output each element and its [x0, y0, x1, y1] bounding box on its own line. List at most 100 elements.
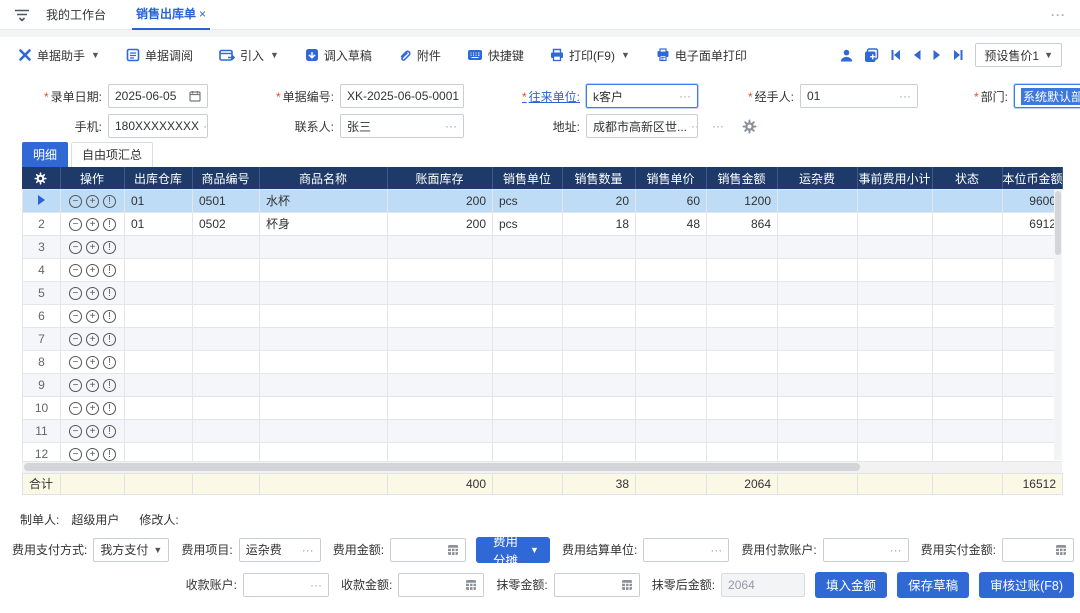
remove-row-icon[interactable]: −	[69, 287, 82, 300]
grid-cell[interactable]	[707, 419, 778, 442]
row-info-icon[interactable]: !	[103, 287, 116, 300]
tab-free-item-summary[interactable]: 自由项汇总	[71, 142, 153, 167]
horizontal-scrollbar-thumb[interactable]	[24, 463, 860, 471]
grid-cell[interactable]	[193, 304, 260, 327]
round-amount-input[interactable]	[554, 573, 640, 597]
row-info-icon[interactable]: !	[103, 241, 116, 254]
grid-cell[interactable]	[260, 235, 388, 258]
first-record-icon[interactable]	[889, 49, 902, 61]
doc-assistant-button[interactable]: 单据助手▼	[18, 47, 100, 64]
handler-input[interactable]: 01 ···	[800, 84, 918, 108]
grid-cell[interactable]	[563, 350, 636, 373]
column-header[interactable]: 账面库存	[387, 168, 492, 189]
add-row-icon[interactable]: +	[86, 379, 99, 392]
grid-cell[interactable]	[125, 327, 193, 350]
grid-cell[interactable]	[193, 419, 260, 442]
grid-cell[interactable]	[260, 327, 388, 350]
add-row-icon[interactable]: +	[86, 402, 99, 415]
row-number-cell[interactable]: 11	[23, 419, 61, 442]
audit-post-button[interactable]: 审核过账(F8)	[979, 572, 1074, 598]
fee-item-input[interactable]: 运杂费···	[239, 538, 321, 562]
grid-cell[interactable]: 0501	[193, 189, 260, 212]
save-draft-button[interactable]: 保存草稿	[897, 572, 969, 598]
grid-cell[interactable]	[778, 235, 858, 258]
department-input[interactable]: 系统默认部门 ···	[1014, 84, 1080, 108]
recv-account-lookup-icon[interactable]: ···	[310, 578, 322, 592]
grid-cell[interactable]	[707, 396, 778, 419]
waybill-print-button[interactable]: 电子面单打印	[656, 47, 747, 64]
tab-overflow-icon[interactable]: ···	[1051, 8, 1066, 22]
grid-cell[interactable]	[388, 304, 493, 327]
grid-cell[interactable]: 1200	[707, 189, 778, 212]
grid-cell[interactable]	[778, 189, 858, 212]
grid-cell[interactable]: 01	[125, 189, 193, 212]
add-row-icon[interactable]: +	[86, 195, 99, 208]
grid-cell[interactable]	[388, 327, 493, 350]
grid-cell[interactable]	[778, 258, 858, 281]
grid-cell[interactable]	[193, 373, 260, 396]
add-row-icon[interactable]: +	[86, 287, 99, 300]
grid-cell[interactable]: 200	[388, 189, 493, 212]
grid-cell[interactable]	[858, 350, 933, 373]
prev-record-icon[interactable]	[912, 49, 922, 61]
grid-cell[interactable]	[493, 396, 563, 419]
hotkey-button[interactable]: 快捷键	[467, 47, 524, 64]
recv-amount-input[interactable]	[398, 573, 484, 597]
column-header[interactable]: 状态	[932, 168, 1002, 189]
grid-cell[interactable]	[493, 419, 563, 442]
grid-cell[interactable]	[563, 442, 636, 462]
grid-cell[interactable]	[260, 350, 388, 373]
creator-value[interactable]: 超级用户	[71, 511, 119, 528]
grid-cell[interactable]	[125, 304, 193, 327]
add-row-icon[interactable]: +	[86, 425, 99, 438]
contact-input[interactable]: 张三 ···	[340, 114, 464, 138]
grid-cell[interactable]	[707, 281, 778, 304]
address-lookup-icon[interactable]: ···	[691, 119, 698, 133]
grid-cell[interactable]: 864	[707, 212, 778, 235]
grid-cell[interactable]	[125, 419, 193, 442]
grid-cell[interactable]: 48	[636, 212, 707, 235]
mobile-input[interactable]: 180XXXXXXXX ···	[108, 114, 208, 138]
fee-settle-unit-input[interactable]: ···	[643, 538, 729, 562]
remove-row-icon[interactable]: −	[69, 241, 82, 254]
grid-cell[interactable]	[636, 304, 707, 327]
calculator-icon[interactable]	[447, 544, 459, 556]
tab-my-workspace[interactable]: 我的工作台	[42, 0, 110, 30]
grid-cell[interactable]	[858, 189, 933, 212]
grid-cell[interactable]: 200	[388, 212, 493, 235]
contact-lookup-icon[interactable]: ···	[445, 119, 457, 133]
row-info-icon[interactable]: !	[103, 402, 116, 415]
next-record-icon[interactable]	[932, 49, 942, 61]
remove-row-icon[interactable]: −	[69, 448, 82, 461]
tab-detail[interactable]: 明细	[22, 142, 68, 167]
grid-cell[interactable]	[636, 419, 707, 442]
grid-cell[interactable]	[778, 396, 858, 419]
row-number-cell[interactable]: 12	[23, 442, 61, 462]
grid-cell[interactable]: 20	[563, 189, 636, 212]
load-draft-button[interactable]: 调入草稿	[305, 47, 372, 64]
grid-cell[interactable]	[636, 373, 707, 396]
grid-cell[interactable]	[388, 442, 493, 462]
grid-cell[interactable]	[933, 419, 1003, 442]
fee-actual-input[interactable]	[1002, 538, 1074, 562]
grid-cell[interactable]	[933, 235, 1003, 258]
grid-cell[interactable]	[707, 350, 778, 373]
grid-cell[interactable]	[388, 419, 493, 442]
grid-cell[interactable]	[260, 396, 388, 419]
row-number-cell[interactable]: 2	[23, 212, 61, 235]
grid-cell[interactable]	[933, 212, 1003, 235]
add-row-icon[interactable]: +	[86, 310, 99, 323]
grid-cell[interactable]	[778, 350, 858, 373]
grid-cell[interactable]	[778, 281, 858, 304]
grid-cell[interactable]	[388, 258, 493, 281]
column-header[interactable]: 商品名称	[259, 168, 387, 189]
add-row-icon[interactable]: +	[86, 241, 99, 254]
grid-cell[interactable]	[193, 281, 260, 304]
grid-cell[interactable]	[778, 373, 858, 396]
grid-cell[interactable]	[493, 304, 563, 327]
grid-cell[interactable]	[493, 235, 563, 258]
row-number-cell[interactable]: 9	[23, 373, 61, 396]
copy-new-icon[interactable]	[864, 48, 879, 63]
fee-pay-account-lookup-icon[interactable]: ···	[890, 543, 902, 557]
grid-cell[interactable]	[858, 396, 933, 419]
